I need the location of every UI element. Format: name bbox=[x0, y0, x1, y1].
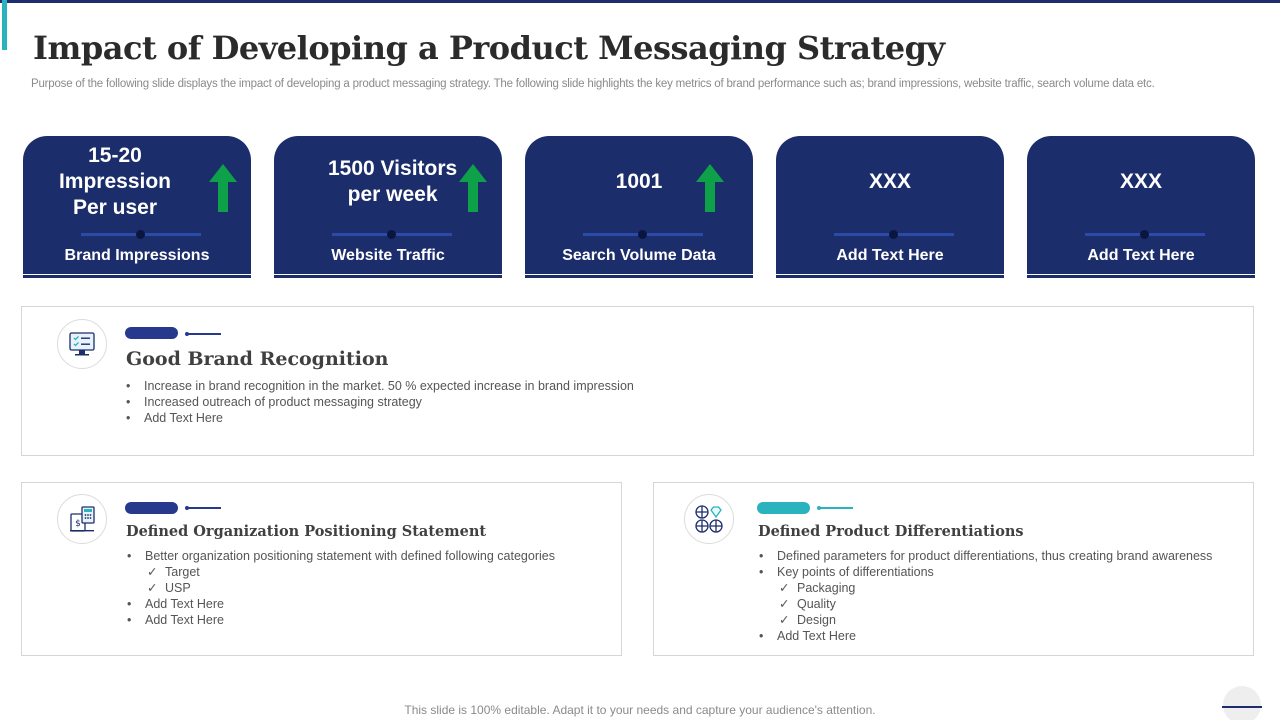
list-item: • Add Text Here bbox=[126, 411, 223, 425]
metric-value: XXX bbox=[868, 170, 912, 193]
slide-subtitle: Purpose of the following slide displays … bbox=[31, 78, 1155, 90]
top-accent-bar bbox=[0, 0, 1280, 3]
metric-card-search-volume: 1001 Search Volume Data bbox=[525, 136, 753, 280]
accent-pill bbox=[757, 502, 810, 514]
monitor-checklist-icon bbox=[57, 319, 107, 369]
metric-label: Add Text Here bbox=[836, 247, 944, 264]
list-item: ✓ USP bbox=[147, 581, 191, 595]
accent-pill bbox=[125, 502, 178, 514]
up-arrow-icon bbox=[696, 164, 724, 212]
metric-label: Brand Impressions bbox=[64, 247, 210, 264]
list-item: • Add Text Here bbox=[127, 597, 224, 611]
list-item: • Better organization positioning stateme… bbox=[127, 549, 555, 563]
list-item: ✓ Target bbox=[147, 565, 200, 579]
panel-heading: Good Brand Recognition bbox=[126, 348, 389, 370]
list-item: • Add Text Here bbox=[759, 629, 856, 643]
list-item: ✓ Quality bbox=[779, 597, 836, 611]
svg-text:$: $ bbox=[75, 519, 81, 529]
metric-card-website-traffic: 1500 Visitors per week Website Traffic bbox=[274, 136, 502, 280]
metric-label: Website Traffic bbox=[331, 247, 445, 264]
bullet-list: • Defined parameters for product differen… bbox=[759, 548, 1212, 644]
panel-heading: Defined Product Differentiations bbox=[758, 523, 1024, 540]
up-arrow-icon bbox=[459, 164, 487, 212]
list-item: ✓ Packaging bbox=[779, 581, 856, 595]
up-arrow-icon bbox=[209, 164, 237, 212]
footer-note: This slide is 100% editable. Adapt it to… bbox=[404, 703, 876, 717]
accent-pill bbox=[125, 327, 178, 339]
list-item: • Increase in brand recognition in the ma… bbox=[126, 379, 634, 393]
metric-value: 15-20 Impression Per user bbox=[58, 144, 172, 219]
list-item: ✓ Design bbox=[779, 613, 836, 627]
left-accent-bar bbox=[2, 0, 7, 50]
globe-diamond-icon bbox=[684, 494, 734, 544]
metric-value: XXX bbox=[1119, 170, 1163, 193]
bullet-list: • Increase in brand recognition in the ma… bbox=[126, 378, 634, 426]
list-item: • Increased outreach of product messaging… bbox=[126, 395, 422, 409]
corner-decoration bbox=[1223, 686, 1261, 720]
bullet-list: • Better organization positioning stateme… bbox=[127, 548, 555, 628]
calculator-document-icon: $ bbox=[57, 494, 107, 544]
metric-label: Search Volume Data bbox=[562, 247, 716, 264]
corner-line bbox=[1222, 706, 1262, 708]
list-item: • Add Text Here bbox=[127, 613, 224, 627]
metric-card-placeholder-1: XXX Add Text Here bbox=[776, 136, 1004, 280]
metric-card-brand-impressions: 15-20 Impression Per user Brand Impressi… bbox=[23, 136, 251, 280]
list-item: • Key points of differentiations bbox=[759, 565, 934, 579]
metric-label: Add Text Here bbox=[1087, 247, 1195, 264]
metric-card-placeholder-2: XXX Add Text Here bbox=[1027, 136, 1255, 280]
slide-title: Impact of Developing a Product Messaging… bbox=[33, 29, 945, 67]
list-item: • Defined parameters for product differen… bbox=[759, 549, 1213, 563]
panel-heading: Defined Organization Positioning Stateme… bbox=[126, 523, 487, 540]
